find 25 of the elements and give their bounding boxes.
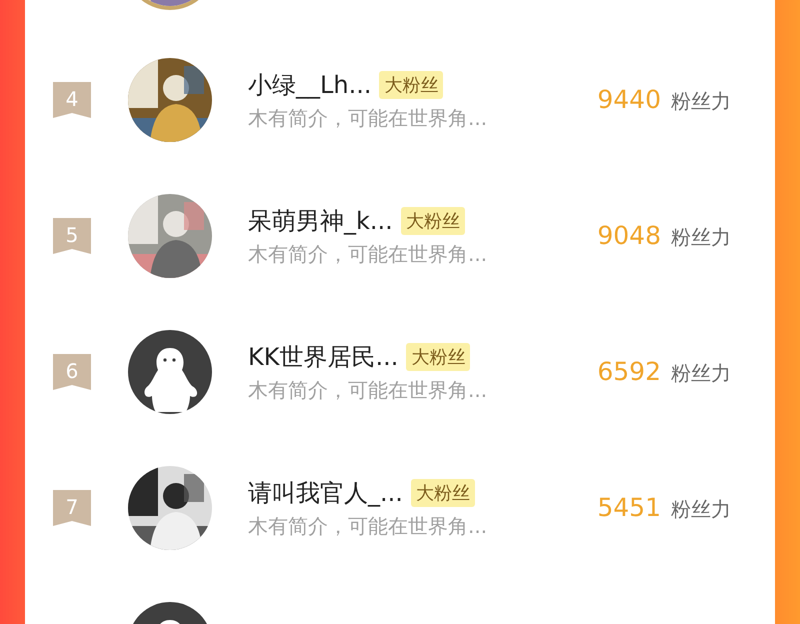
user-bio: 木有简介，可能在世界角...: [248, 240, 488, 268]
default-avatar-icon: [128, 330, 212, 414]
fan-score: 9440: [597, 85, 661, 114]
rank-badge: 6: [53, 354, 91, 390]
score-label: 粉丝力: [671, 496, 731, 523]
user-name: 请叫我官人_...: [248, 478, 403, 508]
user-bio: 木有简介，可能在世界角...: [248, 512, 488, 540]
fan-level-tag: 大粉丝: [400, 206, 465, 234]
fan-level-tag: 大粉丝: [379, 70, 444, 98]
score-label: 粉丝力: [671, 224, 731, 251]
rank-badge: 5: [53, 218, 91, 254]
fan-score: 9048: [597, 221, 661, 250]
user-name: 小绿__Lh...: [248, 70, 372, 100]
fan-level-tag: 大粉丝: [406, 342, 470, 370]
rank-badge: 4: [53, 82, 91, 118]
user-bio: 木有简介，可能在世界角...: [248, 104, 488, 132]
rank-badge: 7: [53, 490, 91, 526]
user-bio: 木有简介，可能在世界角...: [248, 376, 488, 404]
fan-level-tag: 大粉丝: [410, 478, 475, 506]
score-label: 粉丝力: [671, 360, 731, 387]
score-label: 粉丝力: [671, 88, 731, 115]
fan-score: 5451: [597, 493, 661, 522]
user-name: 呆萌男神_k...: [248, 206, 393, 236]
fan-score: 6592: [597, 357, 661, 386]
user-name: KK世界居民...: [248, 342, 398, 372]
